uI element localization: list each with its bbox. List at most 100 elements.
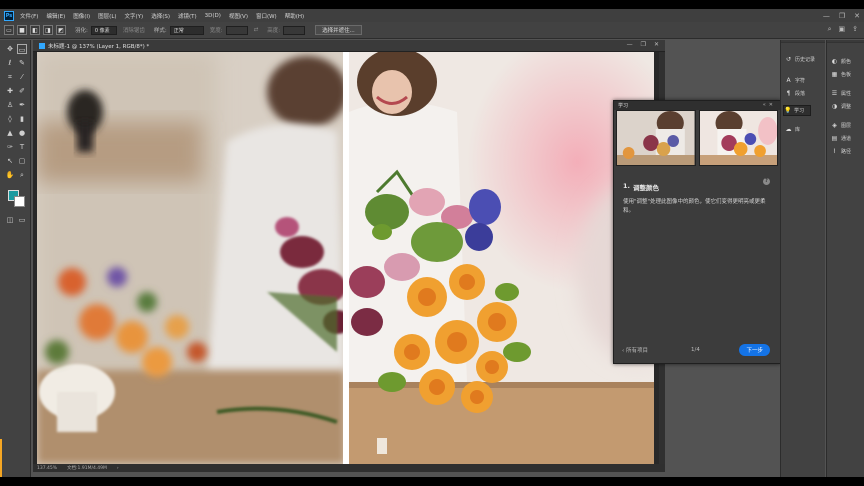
path-select-icon[interactable]: ↖	[5, 156, 15, 166]
menu-filter[interactable]: 滤镜(T)	[178, 12, 197, 20]
panel-properties[interactable]: ☰ 属性	[831, 88, 851, 99]
move-tool-icon[interactable]: ✥	[5, 44, 15, 54]
intersect-selection-icon[interactable]: ◩	[56, 25, 66, 35]
menu-image[interactable]: 图像(I)	[73, 12, 90, 20]
panel-dock-left: ↺ 历史记录 A 字符 ¶ 段落 💡 学习 ☁ 库	[780, 40, 825, 477]
restore-icon[interactable]: ❐	[839, 12, 845, 20]
workspace-icon[interactable]: ▣	[839, 25, 846, 34]
stamp-tool-icon[interactable]: ♙	[5, 100, 15, 110]
before-after-divider[interactable]	[343, 52, 349, 464]
width-input[interactable]	[225, 25, 248, 35]
history-brush-icon[interactable]: ✒	[17, 100, 27, 110]
swap-icon[interactable]: ⇄	[254, 27, 259, 33]
panel-character[interactable]: A 字符	[785, 75, 805, 86]
pen-tool-icon[interactable]: ✑	[5, 142, 15, 152]
photoshop-logo: Ps	[4, 10, 14, 21]
cloud-icon: ☁	[785, 126, 792, 133]
panel-channels[interactable]: ▤ 通道	[831, 133, 851, 144]
panel-paragraph[interactable]: ¶ 段落	[785, 88, 805, 99]
photoshop-window: Ps 文件(F) 编辑(E) 图像(I) 图层(L) 文字(Y) 选择(S) 滤…	[0, 9, 864, 485]
marquee-preset-icon[interactable]: ▭	[4, 25, 14, 35]
all-tutorials-link[interactable]: ‹ 所有项目	[622, 346, 648, 354]
panel-libraries[interactable]: ☁ 库	[785, 124, 801, 135]
zoom-tool-icon[interactable]: ⌕	[17, 170, 27, 180]
dodge-tool-icon[interactable]: ●	[17, 128, 27, 138]
panel-layers[interactable]: ◈ 图层	[831, 120, 851, 131]
document-icon	[39, 42, 45, 49]
new-selection-icon[interactable]: ■	[17, 25, 27, 35]
quick-mask-icon[interactable]: ◫	[5, 215, 15, 225]
minimize-icon[interactable]: —	[823, 12, 830, 20]
screen-mode-icon[interactable]: ▭	[17, 215, 27, 225]
height-input[interactable]	[283, 25, 306, 35]
step-heading: 1. 调整颜色	[623, 182, 780, 192]
feather-input[interactable]: 0 像素	[90, 25, 117, 35]
doc-restore-icon[interactable]: ❐	[641, 41, 646, 48]
panel-history-label: 历史记录	[795, 57, 816, 63]
menu-3d[interactable]: 3D(D)	[205, 13, 221, 19]
dock2-grip[interactable]	[827, 40, 864, 43]
menu-help[interactable]: 帮助(H)	[285, 12, 304, 20]
eraser-tool-icon[interactable]: ◊	[5, 114, 15, 124]
hand-tool-icon[interactable]: ✋	[5, 170, 15, 180]
shape-tool-icon[interactable]: ▢	[17, 156, 27, 166]
side-indicator	[0, 439, 2, 477]
close-icon[interactable]: ✕	[854, 12, 860, 20]
menu-type[interactable]: 文字(Y)	[125, 12, 144, 20]
healing-tool-icon[interactable]: ✚	[5, 86, 15, 96]
doc-close-icon[interactable]: ✕	[654, 41, 659, 48]
help-icon[interactable]: ?	[763, 178, 770, 185]
page-indicator: 1/4	[691, 347, 700, 353]
next-step-button[interactable]: 下一步	[739, 344, 770, 356]
document-title: 未标题-1 @ 137% (Layer 1, RGB/8*) *	[48, 43, 150, 50]
panel-adjustments[interactable]: ◑ 调整	[831, 101, 851, 112]
brush-tool-icon[interactable]: ✐	[17, 86, 27, 96]
background-color-swatch[interactable]	[14, 196, 25, 207]
lasso-tool-icon[interactable]: ℓ	[5, 58, 15, 68]
menu-select[interactable]: 选择(S)	[151, 12, 170, 20]
search-icon[interactable]: ⌕	[828, 25, 832, 34]
menu-view[interactable]: 视图(V)	[229, 12, 248, 20]
blur-tool-icon[interactable]: ▲	[5, 128, 15, 138]
eyedropper-tool-icon[interactable]: ⁄	[17, 72, 27, 82]
panel-color[interactable]: ◐ 颜色	[831, 56, 851, 67]
gradient-tool-icon[interactable]: ▮	[17, 114, 27, 124]
zoom-readout[interactable]: 137.45%	[37, 466, 57, 471]
type-tool-icon[interactable]: T	[17, 142, 27, 152]
menu-edit[interactable]: 编辑(E)	[46, 12, 65, 20]
panel-properties-label: 属性	[841, 91, 852, 97]
quick-select-tool-icon[interactable]: ✎	[17, 58, 27, 68]
status-arrow-icon[interactable]: ›	[117, 466, 119, 471]
menu-layer[interactable]: 图层(L)	[98, 12, 116, 20]
swatches-icon: ▦	[831, 71, 838, 78]
document-tab[interactable]: 未标题-1 @ 137% (Layer 1, RGB/8*) * — ❐ ✕	[33, 40, 665, 52]
crop-tool-icon[interactable]: ⌗	[5, 72, 15, 82]
learn-panel-header[interactable]: 学习 «✕	[614, 101, 780, 110]
adjustments-icon: ◑	[831, 103, 838, 110]
image-canvas[interactable]	[37, 52, 654, 464]
panel-color-label: 颜色	[841, 59, 852, 65]
tools-panel: ✥ ▭ ℓ ✎ ⌗ ⁄ ✚ ✐ ♙ ✒ ◊ ▮ ▲ ● ✑ T ↖ ▢ ✋ ⌕ …	[0, 40, 31, 477]
panel-history[interactable]: ↺ 历史记录	[785, 54, 815, 65]
style-label: 样式:	[153, 28, 167, 34]
antialias-checkbox[interactable]: 消除锯齿	[123, 26, 145, 34]
style-select[interactable]: 正常	[169, 25, 204, 35]
dock-grip[interactable]	[781, 40, 825, 43]
marquee-tool-icon[interactable]: ▭	[17, 44, 27, 54]
learn-panel-footer: ‹ 所有项目 1/4 下一步	[614, 343, 780, 357]
document-window-controls: — ❐ ✕	[627, 41, 659, 48]
menu-window[interactable]: 窗口(W)	[256, 12, 277, 20]
subtract-selection-icon[interactable]: ◨	[43, 25, 53, 35]
share-icon[interactable]: ⇪	[852, 25, 858, 34]
doc-minimize-icon[interactable]: —	[627, 41, 633, 48]
panel-swatches[interactable]: ▦ 色板	[831, 69, 851, 80]
panel-paths[interactable]: ⌇ 路径	[831, 146, 851, 157]
document-window: 未标题-1 @ 137% (Layer 1, RGB/8*) * — ❐ ✕ 1…	[33, 40, 665, 472]
panel-learn[interactable]: 💡 学习	[783, 105, 812, 116]
paths-icon: ⌇	[833, 148, 836, 155]
menu-file[interactable]: 文件(F)	[20, 12, 38, 20]
select-and-mask-button[interactable]: 选择并遮住...	[315, 25, 362, 35]
panel-collapse-icon[interactable]: «✕	[763, 102, 776, 108]
document-info: 文档:1.91M/4.49M	[67, 466, 107, 471]
add-selection-icon[interactable]: ◧	[30, 25, 40, 35]
